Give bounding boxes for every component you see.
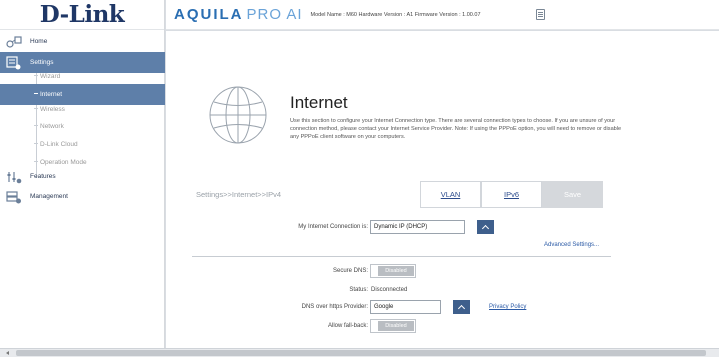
- toggle-state: Disabled: [378, 266, 414, 276]
- sidebar-subitem-label: Operation Mode: [40, 159, 87, 166]
- sidebar: D-Link Home Settings Wizard Internet Wir…: [0, 0, 165, 348]
- management-icon: [6, 190, 22, 204]
- document-icon[interactable]: [536, 9, 545, 20]
- horizontal-scrollbar[interactable]: [0, 348, 719, 357]
- connection-type-select[interactable]: Dynamic IP (DHCP): [370, 220, 465, 234]
- sidebar-item-label: Management: [30, 193, 68, 200]
- globe-icon: [209, 86, 267, 144]
- chevron-up-icon: [457, 304, 466, 313]
- main-content: Internet Use this section to configure y…: [166, 31, 719, 348]
- fallback-label: Allow fall-back:: [327, 323, 368, 329]
- page-description: Use this section to configure your Inter…: [290, 118, 622, 140]
- fallback-toggle[interactable]: Disabled: [370, 319, 416, 333]
- sidebar-subitem-label: Network: [40, 123, 64, 130]
- brand-name: AQUILA: [174, 6, 244, 23]
- secure-dns-toggle[interactable]: Disabled: [370, 264, 416, 278]
- sidebar-subitem-label: Wizard: [40, 73, 61, 80]
- sidebar-subitem-label: D-Link Cloud: [40, 141, 78, 148]
- logo-bar: D-Link: [0, 0, 164, 30]
- sidebar-item-label: Features: [30, 173, 56, 180]
- sidebar-item-management[interactable]: Management: [0, 186, 165, 207]
- brand-suffix: PRO AI: [246, 6, 303, 23]
- dlink-logo[interactable]: D-Link: [40, 1, 125, 28]
- tab-vlan[interactable]: VLAN: [420, 181, 481, 208]
- doh-provider-dropdown-button[interactable]: [453, 300, 470, 314]
- doh-provider-select[interactable]: Google: [370, 300, 441, 314]
- connection-type-label: My Internet Connection is:: [298, 224, 368, 230]
- connection-type-dropdown-button[interactable]: [477, 220, 494, 234]
- advanced-settings-link[interactable]: Advanced Settings...: [544, 242, 599, 248]
- scroll-left-icon[interactable]: [6, 351, 9, 355]
- sidebar-subitem-label: Internet: [40, 91, 63, 98]
- divider: [192, 256, 611, 257]
- sidebar-item-label: Home: [30, 38, 48, 45]
- breadcrumb: Settings>>Internet>>IPv4: [196, 190, 282, 199]
- status-label: Status:: [349, 287, 368, 293]
- secure-dns-label: Secure DNS:: [332, 268, 368, 274]
- sidebar-item-home[interactable]: Home: [0, 31, 165, 52]
- scrollbar-thumb[interactable]: [16, 350, 706, 356]
- device-info: Model Name : M60 Hardware Version : A1 F…: [310, 11, 481, 18]
- chevron-up-icon: [481, 224, 490, 233]
- doh-provider-label: DNS over https Provider:: [301, 304, 368, 310]
- privacy-policy-link[interactable]: Privacy Policy: [489, 304, 526, 310]
- status-value: Disconnected: [371, 287, 408, 293]
- sidebar-subitem-label: Wireless: [40, 106, 65, 113]
- top-header: AQUILA PRO AI Model Name : M60 Hardware …: [166, 0, 719, 30]
- toggle-state: Disabled: [378, 321, 414, 331]
- home-network-icon: [6, 35, 22, 49]
- sidebar-item-features[interactable]: Features: [0, 166, 165, 187]
- sidebar-item-label: Settings: [30, 59, 54, 66]
- tab-ipv6[interactable]: IPv6: [481, 181, 542, 208]
- features-icon: [6, 170, 22, 184]
- page-title: Internet: [290, 93, 348, 112]
- save-button[interactable]: Save: [542, 181, 603, 208]
